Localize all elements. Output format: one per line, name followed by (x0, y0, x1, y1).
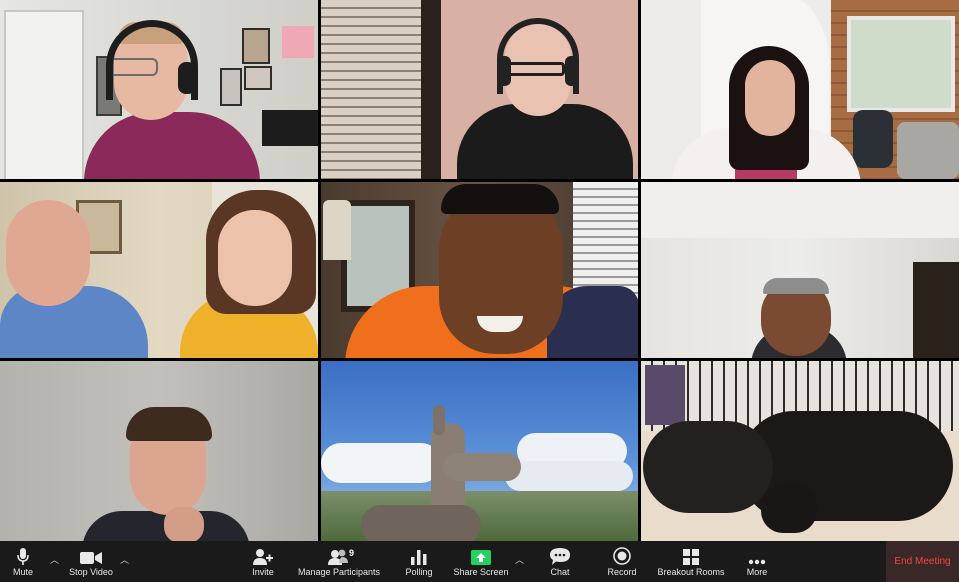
hand (164, 507, 204, 541)
dog-paw (761, 485, 817, 533)
earcup (497, 56, 511, 86)
video-tile-4[interactable] (0, 182, 318, 358)
video-tile-6[interactable] (641, 182, 959, 358)
share-options-caret[interactable]: ︿ (515, 553, 524, 566)
stop-video-button[interactable]: Stop Video (64, 541, 118, 582)
backpack (853, 110, 893, 168)
participants-icon (328, 547, 350, 565)
left-person-head (6, 200, 90, 306)
polling-button[interactable]: Polling (402, 541, 436, 582)
record-icon (611, 546, 633, 565)
hair (441, 184, 559, 214)
llama-head (443, 453, 521, 481)
invite-user-icon (252, 547, 274, 565)
cloud (505, 461, 633, 491)
invite-label: Invite (252, 566, 274, 577)
record-label: Record (607, 566, 637, 577)
window-blinds (573, 182, 638, 302)
mute-button[interactable]: Mute (4, 541, 42, 582)
right-person-head (218, 210, 292, 306)
video-options-caret[interactable]: ︿ (120, 553, 129, 566)
more-label: More (746, 566, 768, 577)
manage-participants-label: Manage Participants (297, 566, 381, 577)
share-screen-icon (470, 547, 492, 565)
breakout-grid-icon (680, 547, 702, 565)
dark-frame (421, 0, 441, 179)
more-button[interactable]: More (740, 541, 774, 582)
person-head (745, 60, 795, 136)
window-blinds (321, 0, 425, 179)
ceiling (641, 182, 959, 238)
gallery-view (0, 0, 959, 541)
chat-button[interactable]: Chat (544, 541, 576, 582)
llama-ear (433, 405, 445, 435)
pink-artwork (282, 26, 314, 58)
video-tile-8-llama-background[interactable] (321, 361, 638, 541)
earcup (178, 62, 196, 94)
more-dots-icon (746, 547, 768, 565)
end-meeting-button[interactable]: End Meeting (886, 541, 959, 582)
stop-video-label: Stop Video (69, 566, 113, 577)
video-tile-7[interactable] (0, 361, 318, 541)
breakout-rooms-label: Breakout Rooms (657, 566, 725, 577)
lamp (323, 200, 351, 260)
meeting-toolbar: Mute ︿ Stop Video ︿ Invite Manage Partic… (0, 541, 959, 582)
breakout-rooms-button[interactable]: Breakout Rooms (656, 541, 726, 582)
video-tile-3[interactable] (641, 0, 959, 179)
bar-chart-icon (408, 547, 430, 565)
video-camera-icon (80, 547, 102, 565)
share-screen-button[interactable]: Share Screen (452, 541, 510, 582)
cloud (321, 443, 441, 483)
video-tile-2[interactable] (321, 0, 638, 179)
manage-participants-button[interactable]: Manage Participants (296, 541, 382, 582)
participant-count: 9 (349, 548, 355, 558)
tv-screen (262, 110, 318, 146)
sofa (897, 122, 959, 179)
hair (763, 278, 829, 294)
share-screen-label: Share Screen (453, 566, 509, 577)
person-shirt (457, 104, 633, 179)
hair (126, 407, 212, 441)
invite-button[interactable]: Invite (246, 541, 280, 582)
window (847, 16, 955, 112)
picture-frame (244, 66, 272, 90)
microphone-icon (12, 547, 34, 565)
doorway (913, 262, 959, 358)
picture-frame (220, 68, 242, 106)
video-tile-1[interactable] (0, 0, 318, 179)
chat-bubble-icon (549, 547, 571, 565)
chat-label: Chat (550, 566, 570, 577)
audio-options-caret[interactable]: ︿ (50, 553, 59, 566)
polling-label: Polling (405, 566, 433, 577)
video-tile-9[interactable] (641, 361, 959, 541)
dog-head (643, 421, 773, 513)
video-tile-5-active-speaker[interactable] (321, 182, 638, 358)
bookshelf (645, 365, 685, 425)
record-button[interactable]: Record (604, 541, 640, 582)
door (4, 10, 84, 179)
mute-label: Mute (12, 566, 33, 577)
picture-frame (242, 28, 270, 64)
llama-body (361, 505, 481, 541)
earcup (565, 56, 579, 86)
